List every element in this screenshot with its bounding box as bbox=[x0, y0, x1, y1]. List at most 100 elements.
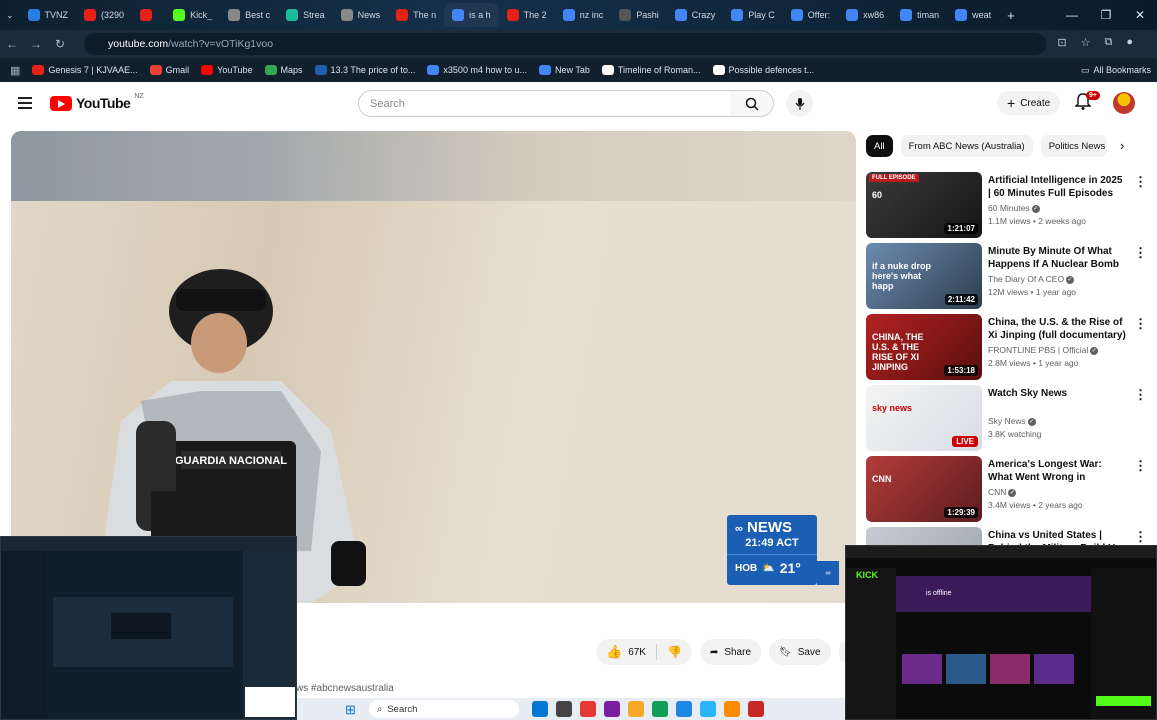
recommendation-item[interactable]: if a nuke drop here's what happ 2:11:42 Mi… bbox=[866, 243, 1151, 309]
taskbar-app-icon[interactable] bbox=[532, 701, 548, 717]
search-button[interactable] bbox=[730, 90, 774, 117]
browser-tab[interactable]: nz inc bbox=[555, 3, 612, 27]
channel-name[interactable]: CNN ✓ bbox=[988, 487, 1017, 497]
more-options-icon[interactable]: ⋮ bbox=[1134, 529, 1147, 545]
taskbar-app-icon[interactable] bbox=[724, 701, 740, 717]
overlay-window-left[interactable] bbox=[0, 536, 297, 720]
recommendation-item[interactable]: FULL EPISODE 60 1:21:07 Artificial Intellig… bbox=[866, 172, 1151, 238]
profile-icon[interactable]: ● bbox=[1126, 36, 1133, 49]
taskbar-app-icon[interactable] bbox=[604, 701, 620, 717]
video-title[interactable]: Minute By Minute Of What Happens If A Nu… bbox=[988, 245, 1128, 272]
browser-tab[interactable]: Best c bbox=[220, 3, 278, 27]
chip-from-abc[interactable]: From ABC News (Australia) bbox=[900, 135, 1033, 157]
more-options-icon[interactable]: ⋮ bbox=[1134, 174, 1147, 190]
browser-tab[interactable]: is a h bbox=[444, 3, 499, 27]
extensions-icon[interactable]: ⧉ bbox=[1104, 36, 1112, 49]
browser-tab[interactable]: Pashi bbox=[611, 3, 667, 27]
bookmark-item[interactable]: Maps bbox=[264, 65, 303, 75]
video-title[interactable]: Artificial Intelligence in 2025 | 60 Min… bbox=[988, 174, 1128, 200]
taskbar-app-icon[interactable] bbox=[700, 701, 716, 717]
video-title[interactable]: America's Longest War: What Went Wrong i… bbox=[988, 458, 1128, 485]
apps-grid-icon[interactable]: ▦ bbox=[10, 64, 20, 77]
search-input[interactable]: Search bbox=[358, 90, 731, 117]
taskbar-app-icon[interactable] bbox=[748, 701, 764, 717]
browser-tab[interactable]: timan bbox=[892, 3, 947, 27]
url-input[interactable]: youtube.com/watch?v=vOTiKg1voo bbox=[84, 33, 1046, 55]
bookmark-item[interactable]: Gmail bbox=[149, 65, 189, 75]
minimize-button[interactable]: — bbox=[1055, 8, 1089, 22]
taskbar-app-icon[interactable] bbox=[556, 701, 572, 717]
channel-name[interactable]: Sky News ✓ bbox=[988, 416, 1036, 426]
recommendation-item[interactable]: CNN 1:29:39 America's Longest War: What We… bbox=[866, 456, 1151, 522]
account-avatar[interactable] bbox=[1113, 92, 1135, 114]
browser-tab[interactable]: TVNZ bbox=[20, 3, 77, 27]
bookmark-item[interactable]: Genesis 7 | KJVAAE... bbox=[32, 65, 138, 75]
chip-all[interactable]: All bbox=[866, 135, 893, 157]
more-options-icon[interactable]: ⋮ bbox=[1134, 458, 1147, 474]
reload-icon[interactable]: ↻ bbox=[48, 37, 72, 51]
bookmark-item[interactable]: 13.3 The price of to... bbox=[314, 65, 415, 75]
taskbar-app-icon[interactable] bbox=[676, 701, 692, 717]
video-thumbnail[interactable]: CNN 1:29:39 bbox=[866, 456, 982, 522]
chevron-right-icon[interactable]: › bbox=[1120, 138, 1124, 153]
browser-tab[interactable]: News bbox=[333, 3, 389, 27]
video-thumbnail[interactable]: if a nuke drop here's what happ 2:11:42 bbox=[866, 243, 982, 309]
taskbar-search[interactable]: ⌕ Search bbox=[369, 700, 519, 718]
channel-name[interactable]: FRONTLINE PBS | Official ✓ bbox=[988, 345, 1099, 355]
youtube-logo[interactable]: YouTube NZ bbox=[50, 93, 144, 111]
thumbs-down-icon[interactable]: 👎 bbox=[667, 645, 682, 659]
bookmark-item[interactable]: x3500 m4 how to u... bbox=[427, 65, 527, 75]
back-icon[interactable]: ← bbox=[0, 37, 24, 51]
browser-tab[interactable]: (3290 bbox=[76, 3, 132, 27]
windows-start-icon[interactable]: ⊞ bbox=[345, 702, 356, 718]
save-button[interactable]: 🔖︎ Save bbox=[769, 639, 831, 665]
new-tab-button[interactable]: + bbox=[999, 8, 1023, 23]
create-button[interactable]: + Create bbox=[997, 91, 1061, 115]
bookmark-item[interactable]: Possible defences t... bbox=[712, 65, 814, 75]
channel-name[interactable]: 60 Minutes ✓ bbox=[988, 203, 1040, 213]
taskbar-app-icon[interactable] bbox=[628, 701, 644, 717]
install-icon[interactable]: ⊡ bbox=[1057, 36, 1066, 49]
all-bookmarks-button[interactable]: ▭ All Bookmarks bbox=[1081, 65, 1151, 76]
browser-tab[interactable]: Crazy bbox=[667, 3, 724, 27]
thumbs-up-icon[interactable]: 👍 bbox=[606, 644, 622, 660]
browser-tab[interactable]: weat bbox=[947, 3, 999, 27]
like-count[interactable]: 67K bbox=[628, 647, 646, 658]
video-title[interactable]: Watch Sky News bbox=[988, 387, 1128, 400]
overlay-window-right[interactable]: KICK is offline bbox=[845, 545, 1157, 720]
bookmark-item[interactable]: YouTube bbox=[201, 65, 253, 75]
video-thumbnail[interactable]: CHINA, THE U.S. & THE RISE OF XI JINPING… bbox=[866, 314, 982, 380]
tab-search-icon[interactable]: ⌄ bbox=[0, 10, 20, 21]
video-player[interactable]: GUARDIA NACIONAL ∞ NEWS 21:49 ACT HOB ⛅ … bbox=[11, 131, 856, 603]
browser-tab[interactable] bbox=[132, 3, 165, 27]
recommendation-item[interactable]: sky news LIVE Watch Sky News Sky News ✓ 3.8K … bbox=[866, 385, 1151, 451]
close-button[interactable]: ✕ bbox=[1123, 8, 1157, 22]
browser-tab[interactable]: Play C bbox=[723, 3, 783, 27]
description-hashtags[interactable]: ws #abcnewsaustralia bbox=[296, 683, 394, 694]
menu-icon[interactable] bbox=[18, 97, 32, 109]
share-button[interactable]: ➦ Share bbox=[699, 639, 762, 665]
chip-politics[interactable]: Politics News bbox=[1040, 135, 1107, 157]
browser-tab[interactable]: xw86 bbox=[838, 3, 892, 27]
browser-tab[interactable]: Strea bbox=[278, 3, 333, 27]
recommendation-item[interactable]: CHINA, THE U.S. & THE RISE OF XI JINPING… bbox=[866, 314, 1151, 380]
browser-tab[interactable]: Kick_ bbox=[165, 3, 220, 27]
video-thumbnail[interactable]: sky news LIVE bbox=[866, 385, 982, 451]
video-thumbnail[interactable]: FULL EPISODE 60 1:21:07 bbox=[866, 172, 982, 238]
browser-tab[interactable]: Offer: bbox=[783, 3, 838, 27]
bookmark-item[interactable]: Timeline of Roman... bbox=[601, 65, 701, 75]
channel-name[interactable]: The Diary Of A CEO ✓ bbox=[988, 274, 1075, 284]
maximize-button[interactable]: ❐ bbox=[1089, 8, 1123, 22]
bookmark-star-icon[interactable]: ☆ bbox=[1081, 36, 1091, 49]
more-options-icon[interactable]: ⋮ bbox=[1134, 316, 1147, 332]
browser-tab[interactable]: The 2 bbox=[499, 3, 555, 27]
taskbar-app-icon[interactable] bbox=[652, 701, 668, 717]
taskbar-app-icon[interactable] bbox=[580, 701, 596, 717]
video-title[interactable]: China, the U.S. & the Rise of Xi Jinping… bbox=[988, 316, 1128, 343]
more-options-icon[interactable]: ⋮ bbox=[1134, 387, 1147, 403]
browser-tab[interactable]: The n bbox=[388, 3, 444, 27]
voice-search-button[interactable] bbox=[786, 90, 813, 117]
forward-icon[interactable]: → bbox=[24, 37, 48, 51]
more-options-icon[interactable]: ⋮ bbox=[1134, 245, 1147, 261]
bookmark-item[interactable]: New Tab bbox=[538, 65, 590, 75]
